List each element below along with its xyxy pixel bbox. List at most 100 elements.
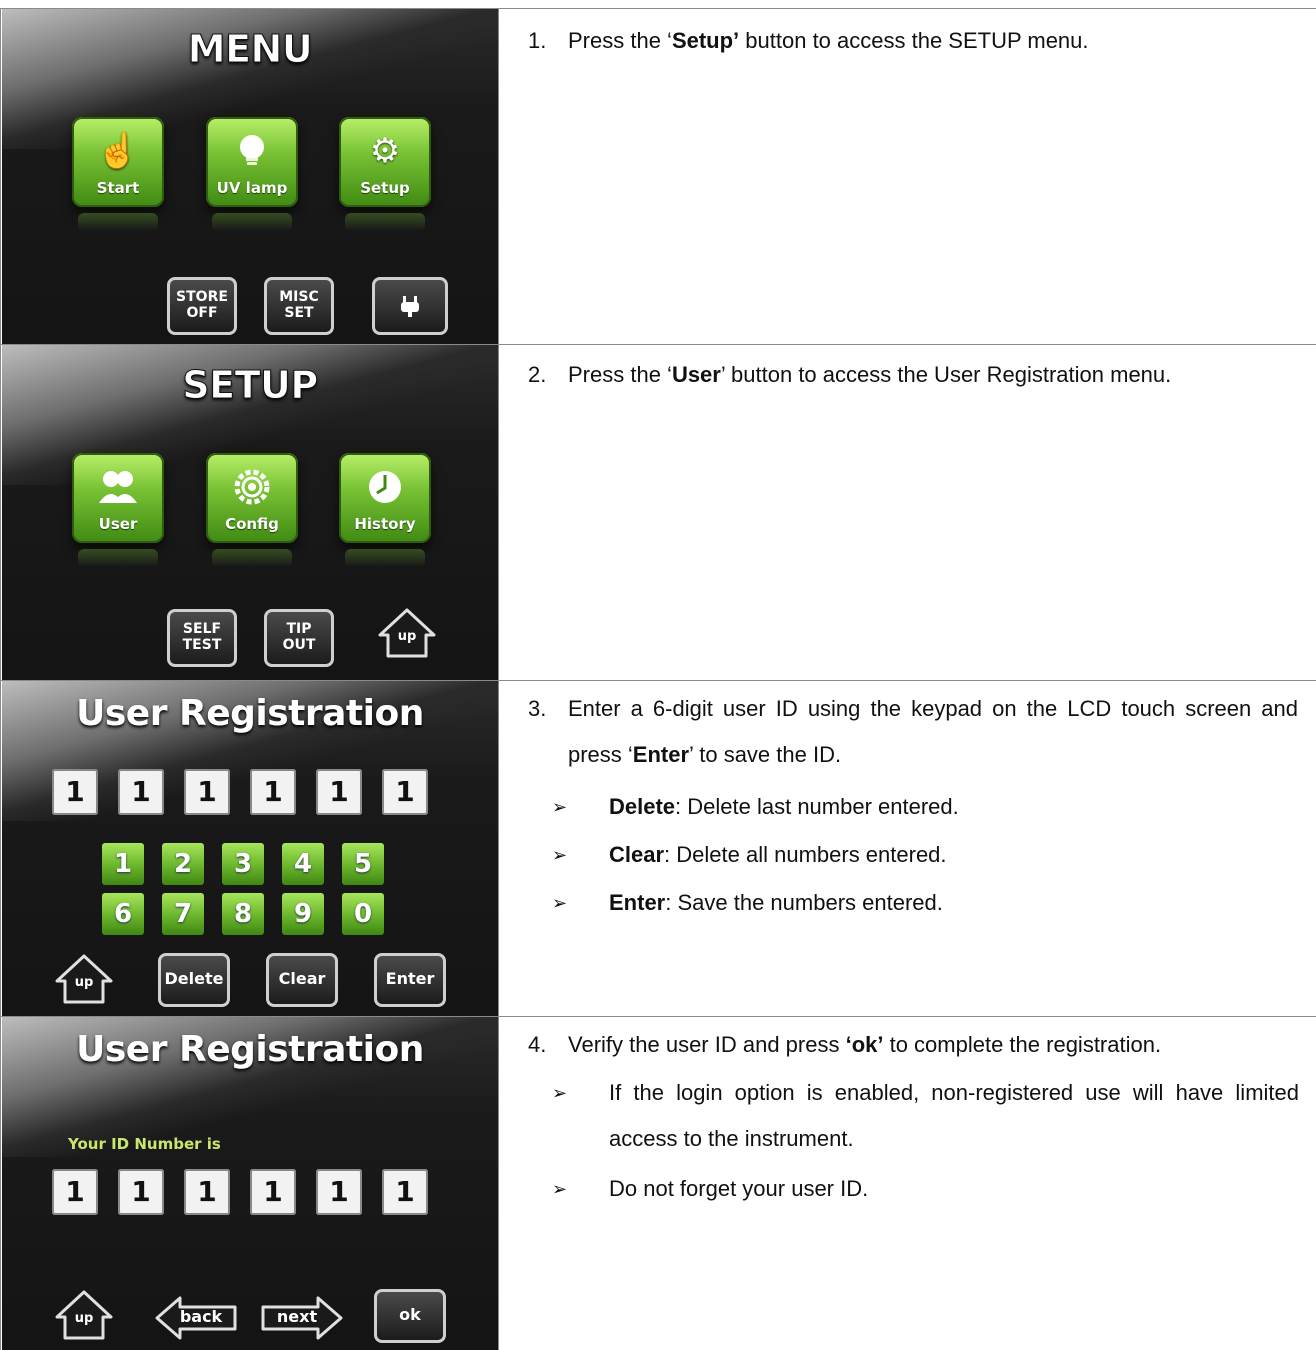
- id-digit: 1: [250, 769, 296, 815]
- up-label: up: [397, 629, 417, 644]
- delete-button[interactable]: Delete: [158, 953, 230, 1007]
- step-number: 1.: [528, 28, 547, 53]
- config-label: Config: [225, 515, 279, 533]
- bullet-marker: ➢: [552, 1083, 568, 1103]
- button-reflection: [212, 549, 292, 567]
- step-3-text: 3. Enter a 6-digit user ID using the key…: [528, 686, 1298, 778]
- self-test-line2: TEST: [182, 637, 222, 653]
- text-bold: User: [671, 362, 721, 387]
- menu-screen: MENU ☝ Start UV lamp ⚙ Setup STORE OFF MI…: [2, 9, 498, 344]
- bullet-desc: : Save the numbers entered.: [665, 890, 943, 915]
- step-body: Press the ‘Setup’ button to access the S…: [568, 18, 1298, 64]
- ok-label: ok: [399, 1305, 421, 1324]
- step-body: Press the ‘User’ button to access the Us…: [568, 352, 1298, 398]
- keypad-key[interactable]: 9: [282, 893, 324, 935]
- text-part: Press the ‘: [568, 362, 672, 387]
- id-number-label: Your ID Number is: [68, 1135, 221, 1153]
- bullet-login-option: ➢ If the login option is enabled, non-re…: [528, 1070, 1299, 1166]
- id-digit: 1: [316, 769, 362, 815]
- store-off-button[interactable]: STORE OFF: [167, 277, 237, 335]
- up-label: up: [74, 1311, 94, 1326]
- tip-out-line1: TIP: [286, 621, 312, 637]
- self-test-line1: SELF: [182, 621, 222, 637]
- clear-button[interactable]: Clear: [266, 953, 338, 1007]
- users-icon: [72, 467, 164, 516]
- id-digit: 1: [118, 1169, 164, 1215]
- start-label: Start: [96, 179, 140, 197]
- config-button[interactable]: Config: [206, 453, 298, 567]
- id-digit: 1: [52, 769, 98, 815]
- history-label: History: [354, 515, 416, 533]
- gears-icon: ⚙: [369, 132, 401, 170]
- id-digit: 1: [316, 1169, 362, 1215]
- step-body: Verify the user ID and press ‘ok’ to com…: [568, 1022, 1298, 1068]
- text-part: to complete the registration.: [883, 1032, 1162, 1057]
- keypad-key[interactable]: 4: [282, 843, 324, 885]
- next-label: next: [276, 1307, 318, 1326]
- store-off-line2: OFF: [186, 305, 218, 321]
- keypad-key[interactable]: 7: [162, 893, 204, 935]
- start-button[interactable]: ☝ Start: [72, 117, 164, 231]
- hand-pointer-icon: ☝: [96, 132, 140, 170]
- power-plug-button[interactable]: [372, 277, 448, 335]
- self-test-button[interactable]: SELF TEST: [167, 609, 237, 667]
- bullet-term: Delete: [609, 794, 676, 819]
- home-up-button[interactable]: up: [54, 1289, 114, 1341]
- gear-icon: [206, 467, 298, 516]
- misc-set-line2: SET: [284, 305, 314, 321]
- misc-set-line1: MISC: [279, 289, 319, 305]
- back-button[interactable]: back: [154, 1295, 238, 1341]
- user-registration-keypad-screen: User Registration 1 1 1 1 1 1 1 2 3 4 5 …: [2, 681, 498, 1016]
- light-bulb-icon: [206, 131, 298, 180]
- setup-screen: SETUP User Config History SELF TEST TIP …: [2, 345, 498, 680]
- bullet-term: Enter: [609, 890, 666, 915]
- keypad-key[interactable]: 8: [222, 893, 264, 935]
- next-button[interactable]: next: [260, 1295, 344, 1341]
- tip-out-button[interactable]: TIP OUT: [264, 609, 334, 667]
- button-reflection: [78, 549, 158, 567]
- step-number: 4.: [528, 1032, 547, 1057]
- tip-out-line2: OUT: [282, 637, 316, 653]
- text-part: button to access the SETUP menu.: [739, 28, 1089, 53]
- home-up-button[interactable]: up: [377, 607, 437, 659]
- keypad-key[interactable]: 0: [342, 893, 384, 935]
- user-button[interactable]: User: [72, 453, 164, 567]
- screen-title: User Registration: [76, 1029, 424, 1070]
- enter-label: Enter: [385, 969, 435, 988]
- enter-button[interactable]: Enter: [374, 953, 446, 1007]
- bullet-marker: ➢: [552, 797, 568, 817]
- button-reflection: [345, 213, 425, 231]
- setup-button[interactable]: ⚙ Setup: [339, 117, 431, 231]
- keypad-key[interactable]: 5: [342, 843, 384, 885]
- bullet-marker: ➢: [552, 893, 568, 913]
- home-up-button[interactable]: up: [54, 953, 114, 1005]
- keypad-key[interactable]: 6: [102, 893, 144, 935]
- bullet-marker: ➢: [552, 1179, 568, 1199]
- bullet-desc: Do not forget your user ID.: [609, 1176, 869, 1201]
- history-button[interactable]: History: [339, 453, 431, 567]
- step-number: 3.: [528, 696, 547, 721]
- text-bold: Enter: [632, 742, 690, 767]
- table-left-border: [0, 8, 1, 1350]
- keypad-key[interactable]: 2: [162, 843, 204, 885]
- delete-label: Delete: [164, 969, 224, 988]
- step-number: 2.: [528, 362, 547, 387]
- id-digit: 1: [382, 1169, 428, 1215]
- up-label: up: [74, 975, 94, 990]
- uv-lamp-button[interactable]: UV lamp: [206, 117, 298, 231]
- text-part: Verify the user ID and press: [568, 1032, 846, 1057]
- bullet-term: Clear: [609, 842, 665, 867]
- bullet-desc: : Delete all numbers entered.: [664, 842, 947, 867]
- column-divider: [498, 8, 499, 1350]
- keypad-key[interactable]: 1: [102, 843, 144, 885]
- keypad-key[interactable]: 3: [222, 843, 264, 885]
- ok-button[interactable]: ok: [374, 1289, 446, 1343]
- misc-set-button[interactable]: MISC SET: [264, 277, 334, 335]
- id-digit: 1: [52, 1169, 98, 1215]
- id-digit: 1: [382, 769, 428, 815]
- bullet-desc: If the login option is enabled, non-regi…: [609, 1080, 1299, 1151]
- setup-label: Setup: [360, 179, 410, 197]
- id-digit: 1: [184, 1169, 230, 1215]
- text-bold: ‘ok’: [845, 1032, 884, 1057]
- screen-title: User Registration: [76, 693, 424, 734]
